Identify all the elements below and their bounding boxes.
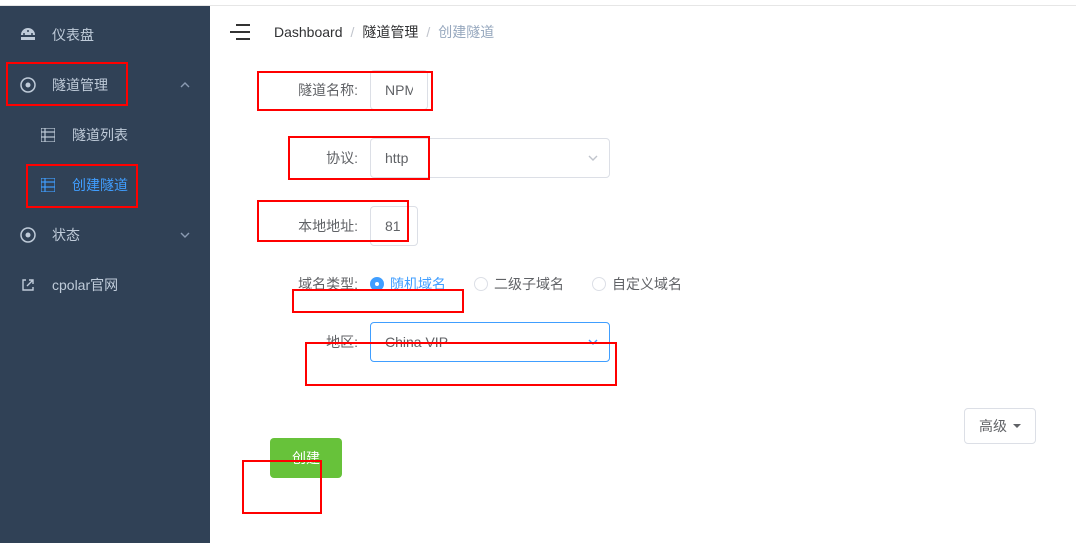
radio-label: 随机域名: [390, 274, 446, 294]
breadcrumb-separator: /: [351, 24, 355, 40]
region-label: 地区:: [250, 332, 370, 352]
domain-type-label: 域名类型:: [250, 274, 370, 294]
create-tunnel-form: 隧道名称: 协议: http 本地地址: 域名类型:: [210, 60, 1076, 478]
submit-button-label: 创建: [292, 450, 320, 466]
domain-type-radios: 随机域名 二级子域名 自定义域名: [370, 274, 682, 294]
domain-type-option-custom[interactable]: 自定义域名: [592, 274, 682, 294]
submit-button[interactable]: 创建: [270, 438, 342, 478]
target-icon: [20, 77, 36, 93]
chevron-down-icon: [587, 336, 599, 348]
caret-down-icon: [1013, 422, 1021, 430]
sidebar-item-label: cpolar官网: [52, 275, 118, 295]
sidebar-item-cpolar-site[interactable]: cpolar官网: [0, 260, 210, 310]
sidebar-item-create-tunnel[interactable]: 创建隧道: [0, 160, 210, 210]
chevron-down-icon: [587, 152, 599, 164]
breadcrumb-separator: /: [426, 24, 430, 40]
local-addr-input[interactable]: [370, 206, 418, 246]
domain-type-option-subdomain[interactable]: 二级子域名: [474, 274, 564, 294]
domain-type-option-random[interactable]: 随机域名: [370, 274, 446, 294]
sidebar-item-label: 创建隧道: [72, 175, 128, 195]
table-icon: [40, 177, 56, 193]
radio-label: 二级子域名: [494, 274, 564, 294]
local-addr-label: 本地地址:: [250, 216, 370, 236]
tunnel-name-label: 隧道名称:: [250, 80, 370, 100]
radio-icon: [370, 277, 384, 291]
breadcrumb-item-tunnel-manage: 隧道管理: [362, 22, 418, 42]
sidebar-item-dashboard[interactable]: 仪表盘: [0, 10, 210, 60]
sidebar: 仪表盘 隧道管理 隧道列表 创建隧道: [0, 6, 210, 543]
external-link-icon: [20, 277, 36, 293]
sidebar-item-tunnel-manage[interactable]: 隧道管理: [0, 60, 210, 110]
region-select-value: China VIP: [385, 334, 448, 350]
sidebar-item-label: 状态: [52, 225, 80, 245]
dashboard-icon: [20, 27, 36, 43]
advanced-button[interactable]: 高级: [964, 408, 1036, 444]
breadcrumb: Dashboard / 隧道管理 / 创建隧道: [210, 6, 1076, 60]
sidebar-item-status[interactable]: 状态: [0, 210, 210, 260]
protocol-label: 协议:: [250, 148, 370, 168]
main-content: Dashboard / 隧道管理 / 创建隧道 隧道名称: 协议: http: [210, 6, 1076, 543]
protocol-select-value: http: [385, 150, 408, 166]
sidebar-toggle-button[interactable]: [230, 24, 250, 40]
sidebar-item-label: 隧道列表: [72, 125, 128, 145]
chevron-up-icon: [180, 80, 190, 90]
sidebar-item-label: 仪表盘: [52, 25, 94, 45]
breadcrumb-item-current: 创建隧道: [438, 22, 494, 42]
chevron-down-icon: [180, 230, 190, 240]
protocol-select[interactable]: http: [370, 138, 610, 178]
advanced-button-label: 高级: [979, 416, 1007, 436]
target-icon: [20, 227, 36, 243]
breadcrumb-item-dashboard[interactable]: Dashboard: [274, 24, 343, 40]
radio-icon: [474, 277, 488, 291]
radio-label: 自定义域名: [612, 274, 682, 294]
radio-icon: [592, 277, 606, 291]
tunnel-name-input[interactable]: [370, 70, 428, 110]
sidebar-item-label: 隧道管理: [52, 75, 108, 95]
sidebar-item-tunnel-list[interactable]: 隧道列表: [0, 110, 210, 160]
region-select[interactable]: China VIP: [370, 322, 610, 362]
table-icon: [40, 127, 56, 143]
